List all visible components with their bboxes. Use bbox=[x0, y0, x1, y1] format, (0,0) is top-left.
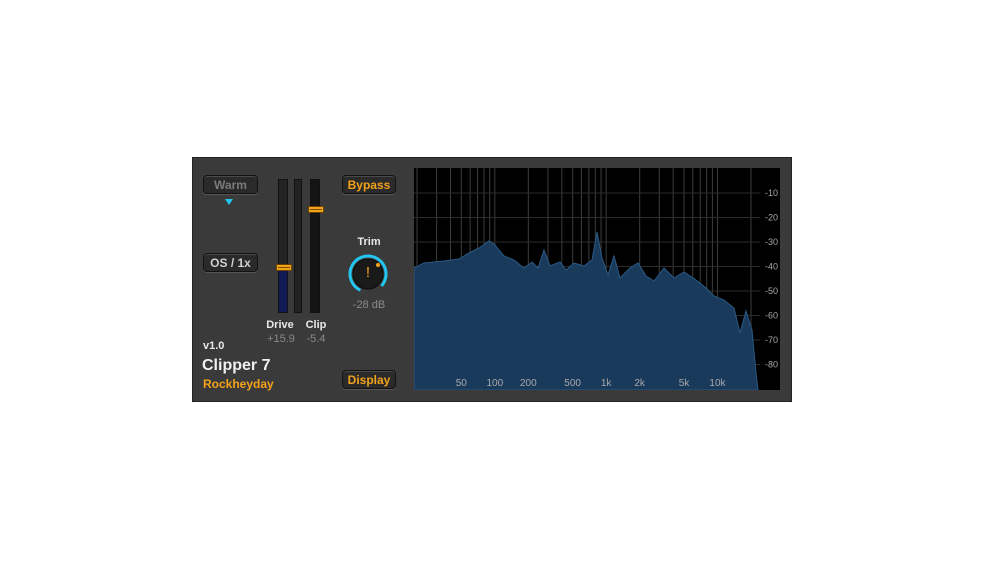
plugin-name: Clipper 7 bbox=[202, 357, 271, 374]
drive-value: +15.9 bbox=[267, 333, 295, 345]
clip-fader[interactable] bbox=[308, 179, 324, 313]
version-label: v1.0 bbox=[203, 340, 225, 352]
freq-tick-label: 2k bbox=[634, 378, 646, 389]
bypass-button[interactable]: Bypass bbox=[342, 175, 396, 194]
trim-label: Trim bbox=[357, 236, 381, 248]
db-tick-label: -70 bbox=[765, 335, 778, 345]
warm-button[interactable]: Warm bbox=[203, 175, 258, 194]
db-tick-label: -40 bbox=[765, 262, 778, 272]
db-tick-label: -80 bbox=[765, 360, 778, 370]
clipper-plugin-window: Warm OS / 1x Drive +15.9 Clip -5.4 Bypas… bbox=[192, 157, 792, 402]
clip-label: Clip bbox=[305, 319, 327, 331]
freq-tick-label: 500 bbox=[564, 378, 581, 389]
exclamation-icon: ! bbox=[365, 264, 371, 281]
drive-fader-handle[interactable] bbox=[276, 264, 292, 272]
vendor-name: Rockheyday bbox=[203, 377, 274, 391]
drive-label: Drive bbox=[266, 319, 294, 331]
clip-fader-fill bbox=[311, 180, 319, 312]
db-tick-label: -20 bbox=[765, 213, 778, 223]
freq-tick-label: 10k bbox=[709, 378, 726, 389]
drive-fader-fill bbox=[279, 264, 287, 312]
freq-tick-label: 50 bbox=[456, 378, 468, 389]
db-tick-label: -30 bbox=[765, 237, 778, 247]
trim-knob[interactable]: ! bbox=[347, 253, 389, 295]
freq-tick-label: 5k bbox=[679, 378, 691, 389]
clip-value: -5.4 bbox=[306, 333, 326, 345]
warm-indicator-icon bbox=[225, 199, 233, 205]
freq-tick-label: 100 bbox=[486, 378, 503, 389]
clip-fader-handle[interactable] bbox=[308, 206, 324, 214]
trim-value: -28 dB bbox=[352, 299, 386, 311]
freq-tick-label: 1k bbox=[601, 378, 613, 389]
oversampling-button[interactable]: OS / 1x bbox=[203, 253, 258, 272]
db-tick-label: -50 bbox=[765, 286, 778, 296]
freq-tick-label: 200 bbox=[520, 378, 537, 389]
db-tick-label: -60 bbox=[765, 311, 778, 321]
drive-meter bbox=[294, 179, 302, 313]
spectrum-analyzer: 50 100 200 500 1k 2k 5k 10k -10 -20 -30 -40 -50 -60 -… bbox=[413, 168, 780, 391]
display-button[interactable]: Display bbox=[342, 370, 396, 389]
drive-fader[interactable] bbox=[276, 179, 292, 313]
db-tick-label: -10 bbox=[765, 188, 778, 198]
